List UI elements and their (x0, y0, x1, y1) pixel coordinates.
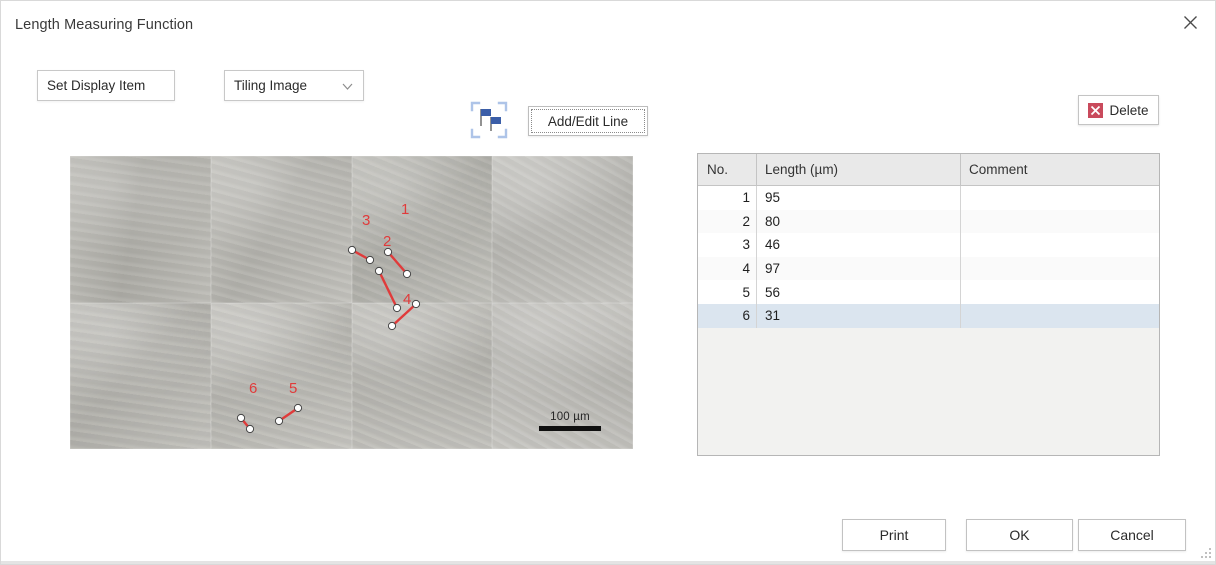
window-bottom-edge (1, 561, 1215, 564)
add-edit-line-button[interactable]: Add/Edit Line (528, 106, 648, 136)
table-empty-area[interactable] (698, 327, 1159, 455)
set-display-item-button[interactable]: Set Display Item (37, 70, 175, 101)
delete-button[interactable]: Delete (1078, 95, 1159, 125)
cell-comment[interactable] (960, 280, 1159, 304)
scale-bar-label: 100 µm (550, 411, 590, 423)
cell-comment[interactable] (960, 256, 1159, 281)
column-header-length[interactable]: Length (µm) (756, 154, 960, 185)
display-mode-select[interactable]: Tiling Image (224, 70, 364, 101)
table-header-row: No. Length (µm) Comment (698, 154, 1159, 186)
endpoint-handle-end[interactable] (245, 424, 255, 434)
print-button[interactable]: Print (842, 519, 946, 551)
endpoint-handle-start[interactable] (374, 266, 384, 276)
add-edit-line-label: Add/Edit Line (547, 113, 629, 129)
measurement-line-2[interactable]: 2 (374, 233, 402, 313)
measurement-line-4[interactable]: 4 (387, 291, 421, 331)
ok-button[interactable]: OK (966, 519, 1073, 551)
cell-no: 6 (742, 308, 750, 324)
cancel-button[interactable]: Cancel (1078, 519, 1186, 551)
cell-no: 3 (742, 237, 750, 253)
endpoint-handle-end[interactable] (365, 255, 375, 265)
set-display-item-label: Set Display Item (47, 78, 146, 93)
table-row[interactable]: 3 46 (698, 233, 1159, 257)
endpoint-handle-start[interactable] (387, 321, 397, 331)
table-row[interactable]: 4 97 (698, 256, 1159, 281)
tiling-image-viewer[interactable]: 123 4 5 6 100 µm (70, 156, 633, 449)
table-row[interactable]: 2 80 (698, 209, 1159, 234)
page-title: Length Measuring Function (15, 17, 194, 33)
measurement-label: 5 (289, 380, 297, 397)
measurement-label: 1 (401, 201, 409, 218)
cell-comment[interactable] (960, 303, 1159, 328)
measurement-label: 3 (362, 212, 370, 229)
measurement-label: 2 (383, 233, 391, 250)
measurement-line-6[interactable]: 6 (236, 380, 257, 434)
close-icon (1183, 15, 1197, 29)
endpoint-handle-start[interactable] (236, 413, 246, 423)
endpoint-handle-start[interactable] (274, 416, 284, 426)
column-header-comment[interactable]: Comment (960, 154, 1159, 185)
table-body: 1 95 2 80 3 46 4 97 5 56 6 31 (698, 186, 1159, 328)
endpoint-handle-end[interactable] (402, 269, 412, 279)
measurement-table[interactable]: No. Length (µm) Comment 1 95 2 80 3 46 4 97 5 56 6… (697, 153, 1160, 456)
cell-no: 1 (742, 190, 750, 206)
measurement-overlay: 123 4 5 6 (236, 201, 421, 434)
cell-comment[interactable] (960, 233, 1159, 257)
table-row[interactable]: 6 31 (698, 303, 1159, 328)
title-bar: Length Measuring Function (1, 1, 1215, 47)
measurement-line-5[interactable]: 5 (274, 380, 303, 426)
measurement-label: 4 (403, 291, 411, 308)
cell-comment[interactable] (960, 186, 1159, 210)
dialog-window: Length Measuring Function Set Display It… (0, 0, 1216, 565)
measurement-label: 6 (249, 380, 257, 397)
cancel-label: Cancel (1110, 527, 1154, 543)
endpoint-handle-end[interactable] (293, 403, 303, 413)
chevron-down-icon (342, 83, 353, 90)
cell-length: 31 (756, 303, 960, 328)
endpoint-handle-end[interactable] (392, 303, 402, 313)
red-x-icon (1088, 102, 1104, 118)
print-label: Print (879, 527, 909, 543)
endpoint-handle-start[interactable] (347, 245, 357, 255)
line-segment (377, 270, 399, 309)
measurement-line-3[interactable]: 3 (347, 212, 375, 265)
column-header-no[interactable]: No. (698, 154, 756, 185)
display-mode-value: Tiling Image (234, 78, 308, 93)
cell-length: 95 (756, 186, 960, 210)
endpoint-handle-end[interactable] (411, 299, 421, 309)
resize-grip[interactable] (1199, 548, 1212, 561)
cell-no: 4 (742, 261, 750, 277)
measure-flags-icon[interactable] (469, 100, 509, 140)
table-row[interactable]: 5 56 (698, 280, 1159, 304)
cell-length: 46 (756, 233, 960, 257)
ok-label: OK (1009, 527, 1030, 543)
table-row[interactable]: 1 95 (698, 186, 1159, 210)
cell-length: 56 (756, 280, 960, 304)
line-segment (387, 251, 408, 275)
cell-no: 2 (742, 213, 750, 229)
scale-bar: 100 µm (539, 411, 601, 431)
cell-length: 80 (756, 209, 960, 234)
delete-label: Delete (1109, 102, 1149, 118)
cell-no: 5 (742, 284, 750, 300)
close-button[interactable] (1169, 5, 1211, 39)
scale-bar-line (539, 426, 601, 431)
cell-length: 97 (756, 256, 960, 281)
cell-comment[interactable] (960, 209, 1159, 234)
